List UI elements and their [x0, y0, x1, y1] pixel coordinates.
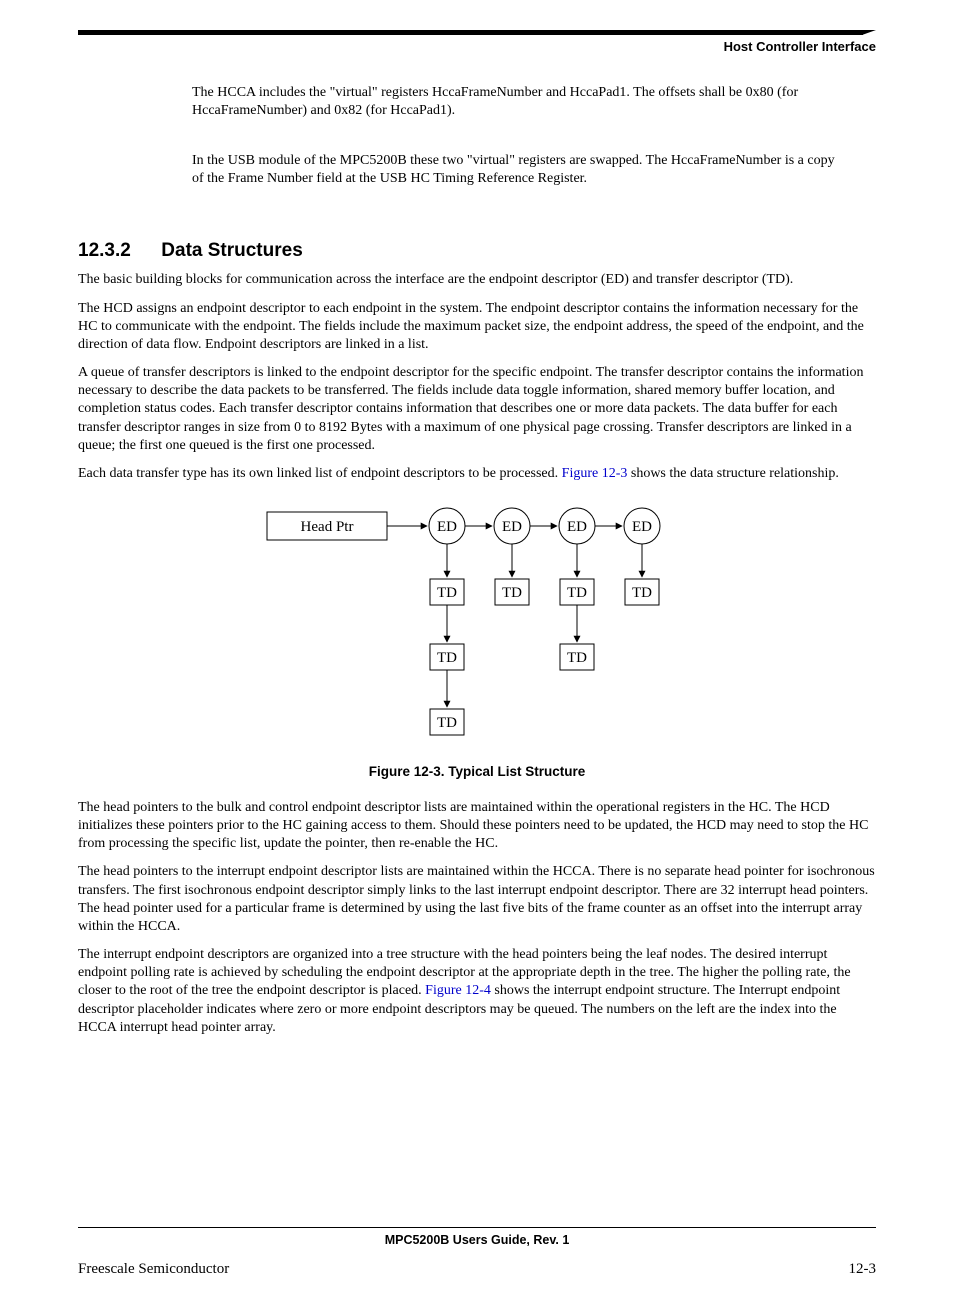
- figure-diagram: Head Ptr ED ED ED ED TD TD TD TD TD TD: [262, 499, 692, 749]
- diagram-td-row2: TD TD: [430, 644, 594, 670]
- figure-caption: Figure 12-3. Typical List Structure: [78, 763, 876, 781]
- body-p4-text-b: shows the data structure relationship.: [627, 466, 839, 481]
- svg-text:ED: ED: [437, 519, 457, 535]
- body-p4-text-a: Each data transfer type has its own link…: [78, 466, 562, 481]
- diagram-td-row3: TD: [430, 709, 464, 735]
- svg-text:TD: TD: [632, 585, 652, 601]
- svg-text:TD: TD: [437, 585, 457, 601]
- svg-text:TD: TD: [437, 715, 457, 731]
- section-heading: 12.3.2 Data Structures: [78, 239, 876, 264]
- diagram-head-ptr-label: Head Ptr: [301, 519, 354, 535]
- intro-paragraph-2: In the USB module of the MPC5200B these …: [192, 152, 846, 188]
- svg-text:TD: TD: [502, 585, 522, 601]
- body-paragraph-7: The interrupt endpoint descriptors are o…: [78, 946, 876, 1037]
- header-section-title: Host Controller Interface: [78, 39, 876, 56]
- body-paragraph-1: The basic building blocks for communicat…: [78, 271, 876, 289]
- svg-text:ED: ED: [567, 519, 587, 535]
- figure-12-3-link[interactable]: Figure 12-3: [562, 466, 628, 481]
- body-paragraph-2: The HCD assigns an endpoint descriptor t…: [78, 300, 876, 355]
- svg-text:ED: ED: [502, 519, 522, 535]
- svg-text:TD: TD: [567, 585, 587, 601]
- body-paragraph-3: A queue of transfer descriptors is linke…: [78, 364, 876, 455]
- svg-text:ED: ED: [632, 519, 652, 535]
- body-paragraph-4: Each data transfer type has its own link…: [78, 465, 876, 483]
- diagram-td-row1: TD TD TD TD: [430, 579, 659, 605]
- body-paragraph-5: The head pointers to the bulk and contro…: [78, 799, 876, 854]
- svg-text:TD: TD: [437, 650, 457, 666]
- footer-guide: MPC5200B Users Guide, Rev. 1: [78, 1227, 876, 1248]
- footer-page-number: 12-3: [849, 1260, 877, 1280]
- figure-12-4-link[interactable]: Figure 12-4: [425, 983, 491, 998]
- intro-paragraph-1: The HCCA includes the "virtual" register…: [192, 84, 846, 120]
- section-title: Data Structures: [161, 240, 303, 261]
- footer-left: Freescale Semiconductor: [78, 1260, 229, 1280]
- svg-text:TD: TD: [567, 650, 587, 666]
- header-rule: [78, 30, 876, 35]
- body-paragraph-6: The head pointers to the interrupt endpo…: [78, 863, 876, 936]
- section-number: 12.3.2: [78, 239, 156, 264]
